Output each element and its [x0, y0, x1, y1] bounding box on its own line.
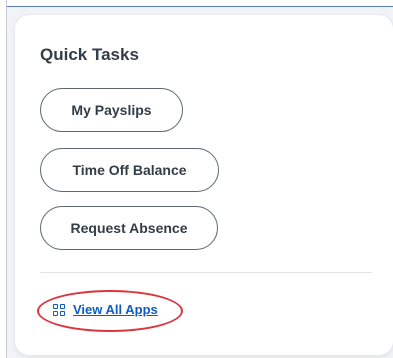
- view-all-apps-label: View All Apps: [73, 302, 158, 317]
- request-absence-button[interactable]: Request Absence: [40, 206, 218, 250]
- window-left-edge: [0, 0, 7, 358]
- quick-tasks-card: Quick Tasks My Payslips Time Off Balance…: [15, 15, 393, 355]
- window-top-edge: [0, 0, 393, 7]
- apps-grid-icon: [53, 303, 65, 316]
- my-payslips-button[interactable]: My Payslips: [40, 88, 183, 132]
- divider: [40, 272, 372, 273]
- view-all-apps-link[interactable]: View All Apps: [53, 302, 158, 317]
- card-title: Quick Tasks: [40, 45, 139, 64]
- time-off-balance-button[interactable]: Time Off Balance: [40, 148, 219, 192]
